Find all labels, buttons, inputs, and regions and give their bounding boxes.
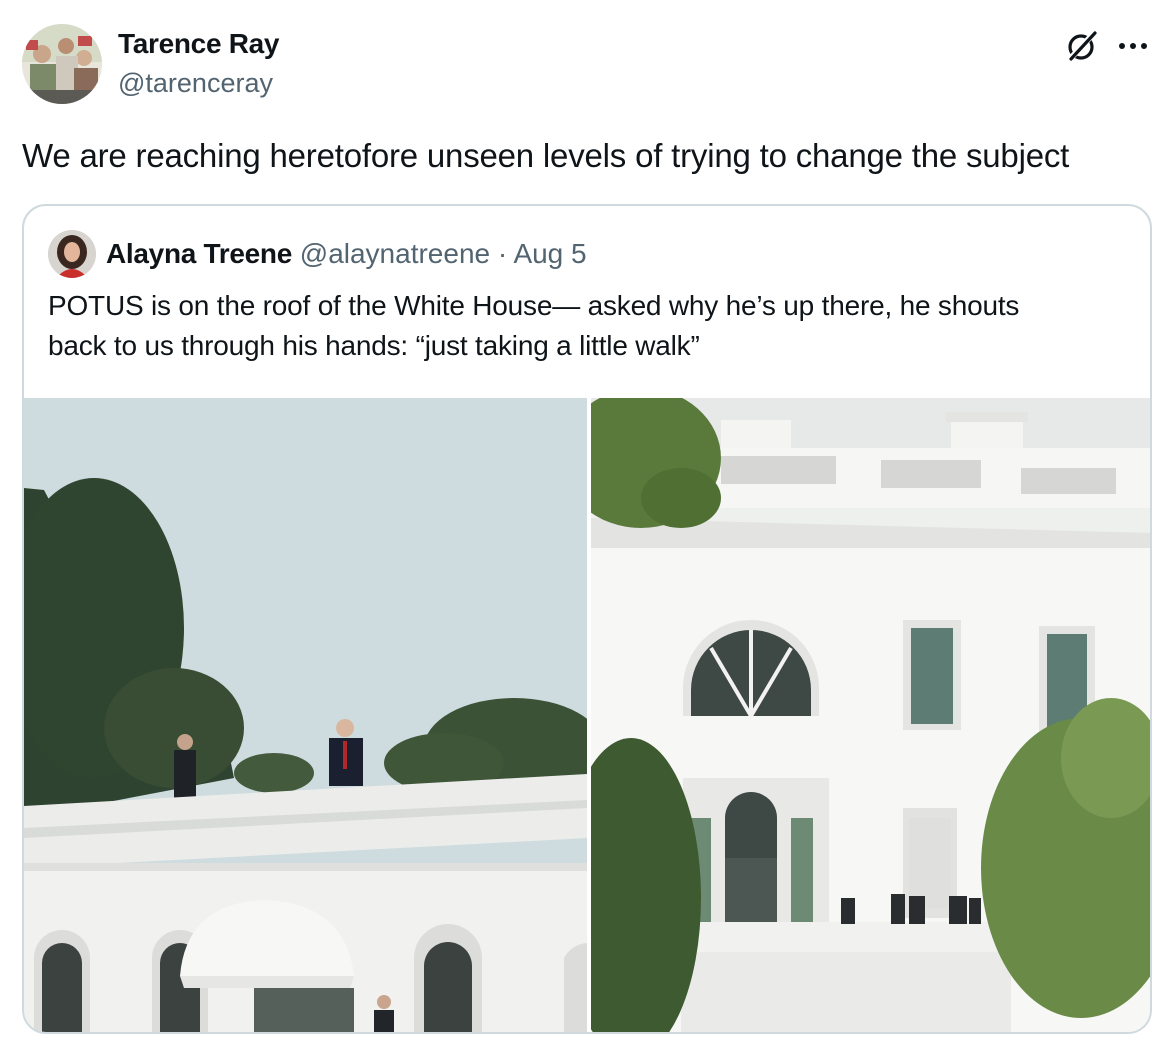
tweet-text: We are reaching heretofore unseen levels… [22, 137, 1070, 174]
quoted-tweet-card[interactable]: Alayna Treene @alaynatreene · Aug 5 POTU… [22, 204, 1152, 1034]
author-name[interactable]: Tarence Ray [118, 28, 279, 60]
quoted-text-line-2: back to us through his hands: “just taki… [48, 330, 700, 361]
quoted-tweet-text: POTUS is on the roof of the White House—… [48, 286, 1138, 366]
author-handle[interactable]: @tarenceray [118, 68, 273, 99]
quoted-author-name[interactable]: Alayna Treene [106, 238, 292, 269]
quoted-author-avatar[interactable] [48, 230, 96, 278]
photo-roof-colonnade[interactable] [24, 398, 587, 1032]
quoted-tweet-date[interactable]: Aug 5 [513, 238, 586, 269]
more-options-icon[interactable] [1116, 28, 1156, 64]
photo-white-house-facade[interactable] [591, 398, 1150, 1032]
grok-icon[interactable] [1064, 28, 1100, 64]
author-avatar[interactable] [22, 24, 102, 104]
quoted-tweet-header: Alayna Treene @alaynatreene · Aug 5 [106, 238, 587, 270]
quoted-text-line-1: POTUS is on the roof of the White House—… [48, 290, 1020, 321]
quoted-author-handle[interactable]: @alaynatreene [300, 238, 490, 269]
meta-separator: · [497, 238, 508, 269]
